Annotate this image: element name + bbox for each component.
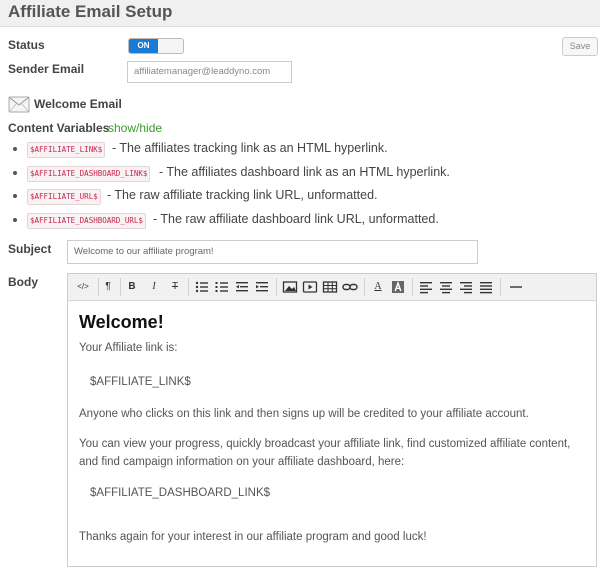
bullet	[13, 147, 17, 151]
status-label: Status	[8, 38, 45, 52]
align-justify-icon[interactable]	[478, 279, 494, 295]
italic-button[interactable]: I	[146, 279, 162, 295]
email-paragraph: $AFFILIATE_DASHBOARD_LINK$	[90, 487, 271, 499]
variable-description: - The raw affiliate tracking link URL, u…	[107, 188, 378, 202]
toolbar-divider	[120, 278, 121, 296]
welcome-email-label: Welcome Email	[34, 97, 122, 111]
variable-code: $AFFILIATE_DASHBOARD_URL$	[27, 213, 146, 229]
email-paragraph: Anyone who clicks on this link and then …	[79, 408, 529, 420]
image-icon[interactable]	[282, 279, 298, 295]
variable-code: $AFFILIATE_URL$	[27, 189, 101, 205]
page-title: Affiliate Email Setup	[8, 2, 173, 21]
subject-input[interactable]: Welcome to our affiliate program!	[67, 240, 478, 264]
bold-button[interactable]: B	[124, 279, 140, 295]
video-icon[interactable]	[302, 279, 318, 295]
body-label: Body	[8, 275, 38, 289]
paragraph-format-button[interactable]: ¶	[100, 279, 116, 295]
email-paragraph: Your Affiliate link is:	[79, 342, 178, 354]
page-header: Affiliate Email Setup	[0, 0, 600, 27]
ordered-list-icon[interactable]	[214, 279, 230, 295]
email-paragraph: $AFFILIATE_LINK$	[90, 376, 191, 388]
envelope-icon	[8, 96, 30, 113]
sender-email-field[interactable]: affiliatemanager@leaddyno.com	[127, 61, 292, 83]
toolbar-divider	[500, 278, 501, 296]
background-color-icon[interactable]	[390, 279, 406, 295]
html-source-button[interactable]: </>	[72, 279, 94, 295]
email-paragraph: and find campaign information on your af…	[79, 456, 405, 468]
font-color-button[interactable]: A	[370, 279, 386, 295]
strikethrough-button[interactable]: T	[167, 279, 183, 295]
subject-label: Subject	[8, 242, 52, 256]
table-icon[interactable]	[322, 279, 338, 295]
save-button[interactable]: Save	[562, 37, 598, 56]
outdent-icon[interactable]	[234, 279, 250, 295]
status-toggle[interactable]: ON	[128, 38, 184, 54]
horizontal-rule-icon[interactable]	[508, 279, 524, 295]
toolbar-divider	[364, 278, 365, 296]
bullet	[13, 218, 17, 222]
toolbar-divider	[188, 278, 189, 296]
variable-description: - The affiliates dashboard link as an HT…	[159, 165, 450, 179]
email-heading: Welcome!	[79, 312, 164, 332]
indent-icon[interactable]	[254, 279, 270, 295]
email-paragraph: You can view your progress, quickly broa…	[79, 438, 571, 450]
align-right-icon[interactable]	[458, 279, 474, 295]
sender-email-label: Sender Email	[8, 62, 85, 76]
email-paragraph: Thanks again for your interest in our af…	[79, 531, 427, 543]
align-left-icon[interactable]	[418, 279, 434, 295]
unordered-list-icon[interactable]	[194, 279, 210, 295]
toolbar-divider	[276, 278, 277, 296]
toolbar-divider	[412, 278, 413, 296]
bullet	[13, 171, 17, 175]
link-icon[interactable]	[342, 279, 358, 295]
variable-description: - The affiliates tracking link as an HTM…	[112, 141, 388, 155]
body-editor[interactable]: </> ¶ B I T A Welcome! Your Affiliate li…	[67, 273, 597, 567]
variable-code: $AFFILIATE_LINK$	[27, 142, 106, 158]
align-center-icon[interactable]	[438, 279, 454, 295]
editor-toolbar: </> ¶ B I T A	[68, 274, 596, 301]
toolbar-divider	[98, 278, 99, 296]
variable-description: - The raw affiliate dashboard link URL, …	[153, 212, 439, 226]
variable-code: $AFFILIATE_DASHBOARD_LINK$	[27, 166, 151, 182]
bullet	[13, 194, 17, 198]
show-hide-link[interactable]: show/hide	[108, 121, 162, 135]
content-variables-label: Content Variables	[8, 121, 110, 135]
status-toggle-on: ON	[129, 39, 158, 53]
